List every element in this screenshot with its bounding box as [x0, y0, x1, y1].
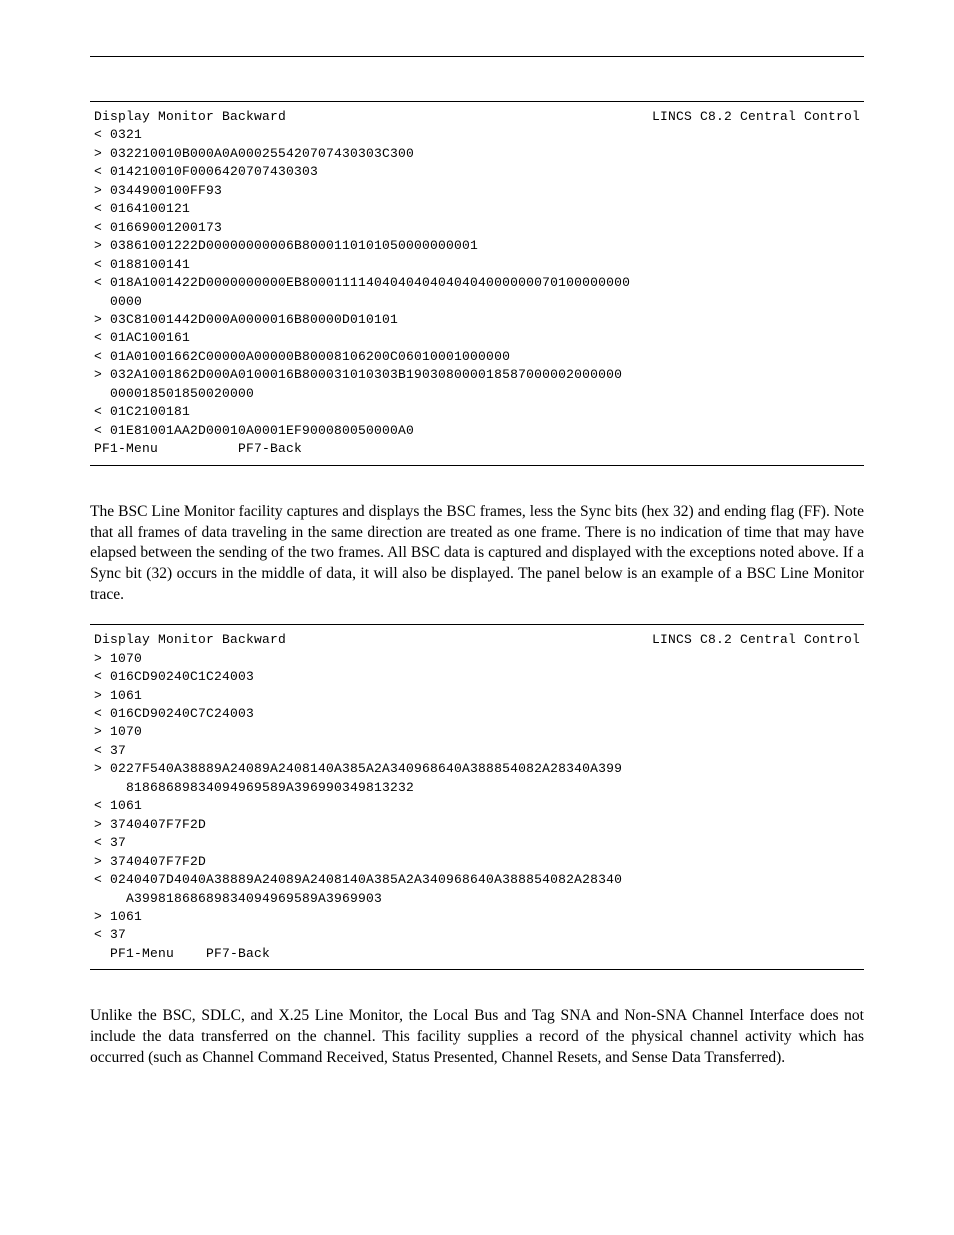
panel-line: 000018501850020000 — [94, 385, 860, 403]
pf7-label: PF7-Back — [206, 946, 270, 961]
page-header-rule — [90, 56, 864, 57]
panel-line: < 0188100141 — [94, 256, 860, 274]
panel-body: Display Monitor Backward LINCS C8.2 Centr… — [90, 625, 864, 969]
panel-line: > 0227F540A38889A24089A2408140A385A2A340… — [94, 760, 860, 778]
panel-line: > 032A1001862D000A0100016B800031010303B1… — [94, 366, 860, 384]
panel-line: < 1061 — [94, 797, 860, 815]
monitor-panel-1: Display Monitor Backward LINCS C8.2 Centr… — [90, 101, 864, 466]
panel-line: > 1061 — [94, 908, 860, 926]
panel-title-row: Display Monitor Backward LINCS C8.2 Centr… — [94, 108, 860, 126]
panel-title-right: LINCS C8.2 Central Control — [652, 108, 860, 126]
panel-line: < 016CD90240C7C24003 — [94, 705, 860, 723]
pf1-label: PF1-Menu — [94, 440, 158, 458]
panel-line: < 0321 — [94, 126, 860, 144]
panel-line: < 01E81001AA2D00010A0001EF900080050000A0 — [94, 422, 860, 440]
panel-line: < 37 — [94, 742, 860, 760]
pf1-label: PF1-Menu — [110, 946, 174, 961]
panel-line: 81868689834094969589A396990349813232 — [94, 779, 860, 797]
panel-title-left: Display Monitor Backward — [94, 631, 286, 649]
panel-line: < 01AC100161 — [94, 329, 860, 347]
panel-line: < 014210010F0006420707430303 — [94, 163, 860, 181]
panel-line: > 3740407F7F2D — [94, 853, 860, 871]
monitor-panel-2: Display Monitor Backward LINCS C8.2 Centr… — [90, 624, 864, 970]
panel-line: < 01669001200173 — [94, 219, 860, 237]
paragraph-channel-description: Unlike the BSC, SDLC, and X.25 Line Moni… — [90, 1006, 864, 1069]
panel-bottom-rule — [90, 969, 864, 970]
panel-title-right: LINCS C8.2 Central Control — [652, 631, 860, 649]
panel-line: > 0344900100FF93 — [94, 182, 860, 200]
panel-title-row: Display Monitor Backward LINCS C8.2 Centr… — [94, 631, 860, 649]
panel-line: > 3740407F7F2D — [94, 816, 860, 834]
paragraph-bsc-description: The BSC Line Monitor facility captures a… — [90, 502, 864, 607]
panel-line: > 1061 — [94, 687, 860, 705]
panel-line: > 1070 — [94, 723, 860, 741]
panel-line: < 01C2100181 — [94, 403, 860, 421]
pf-key-row: PF1-Menu PF7-Back — [94, 945, 860, 963]
panel-line: A39981868689834094969589A3969903 — [94, 890, 860, 908]
panel-line: > 032210010B000A0A000255420707430303C300 — [94, 145, 860, 163]
pf7-label: PF7-Back — [238, 440, 302, 458]
panel-line: > 03C81001442D000A0000016B80000D010101 — [94, 311, 860, 329]
panel-title-left: Display Monitor Backward — [94, 108, 286, 126]
panel-line: < 016CD90240C1C24003 — [94, 668, 860, 686]
pf-key-row: PF1-Menu PF7-Back — [94, 440, 860, 458]
panel-line: < 01A01001662C00000A00000B80008106200C06… — [94, 348, 860, 366]
panel-line: < 0240407D4040A38889A24089A2408140A385A2… — [94, 871, 860, 889]
panel-line: < 37 — [94, 926, 860, 944]
page-content: Display Monitor Backward LINCS C8.2 Centr… — [0, 0, 954, 1235]
panel-line: > 03861001222D00000000006B80001101010500… — [94, 237, 860, 255]
panel-line: < 018A1001422D0000000000EB80001111404040… — [94, 274, 860, 292]
panel-line: < 0164100121 — [94, 200, 860, 218]
panel-bottom-rule — [90, 465, 864, 466]
panel-body: Display Monitor Backward LINCS C8.2 Centr… — [90, 102, 864, 465]
panel-line: < 37 — [94, 834, 860, 852]
panel-line: > 1070 — [94, 650, 860, 668]
panel-line: 0000 — [94, 293, 860, 311]
